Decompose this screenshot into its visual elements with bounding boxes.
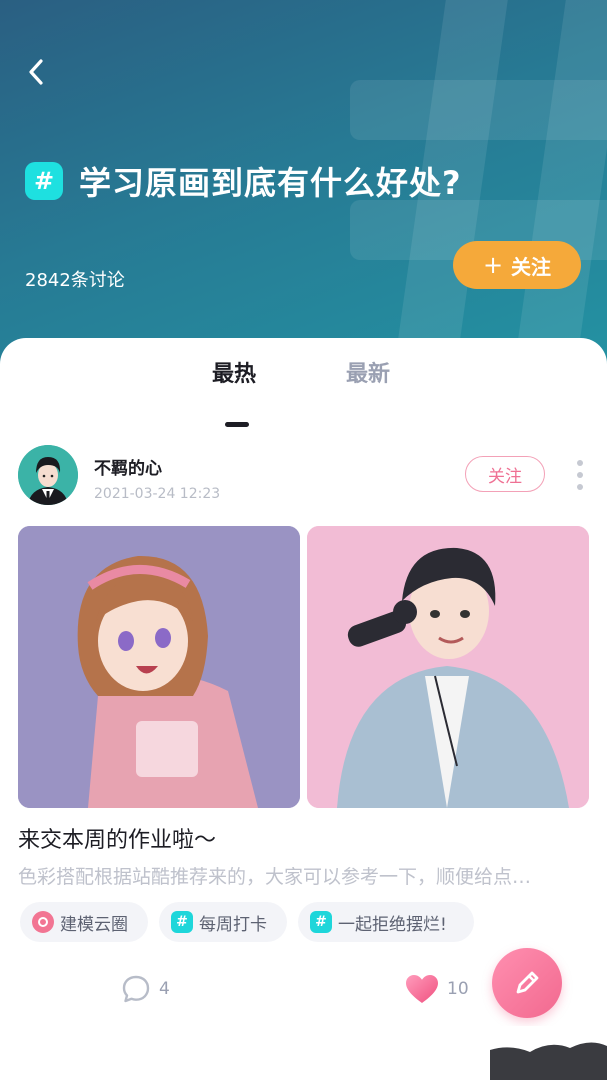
active-tab-indicator	[225, 422, 249, 427]
compose-button[interactable]	[492, 948, 562, 1018]
tag-label: 建模云圈	[60, 914, 128, 935]
back-button[interactable]	[18, 54, 54, 90]
follow-author-button[interactable]: 关注	[465, 456, 545, 492]
tab-bar: 最热 最新	[0, 356, 607, 427]
topic-title-row: # 学习原画到底有什么好处?	[25, 158, 462, 204]
discussion-count: 2842条讨论	[25, 270, 125, 291]
avatar-illustration	[18, 445, 78, 505]
plus-icon: +	[482, 251, 504, 279]
tag-chip-weekly-checkin[interactable]: # 每周打卡	[159, 902, 287, 942]
hash-tag-icon: #	[25, 162, 63, 200]
tag-chip-no-slacking[interactable]: # 一起拒绝摆烂!	[298, 902, 474, 942]
like-count: 10	[447, 979, 469, 999]
back-arrow-icon	[29, 59, 43, 85]
post-description[interactable]: 色彩搭配根据站酷推荐来的，大家可以参考一下，顺便给点…	[18, 862, 531, 889]
post-timestamp: 2021-03-24 12:23	[94, 486, 221, 502]
heart-icon	[406, 975, 438, 1003]
thumbnail-image	[490, 1026, 607, 1080]
tab-latest[interactable]: 最新	[346, 356, 390, 388]
comment-count: 4	[159, 979, 170, 999]
hash-tag-icon: #	[310, 911, 332, 933]
follow-topic-label: 关注	[511, 254, 552, 279]
circle-ring-icon	[32, 911, 54, 933]
pencil-icon	[516, 971, 539, 994]
comment-button[interactable]: 4	[121, 974, 170, 1004]
girl-illustration	[18, 526, 300, 808]
topic-header: # 学习原画到底有什么好处? 2842条讨论 + 关注	[0, 0, 607, 380]
comment-bubble-icon	[122, 975, 150, 1003]
post-title[interactable]: 来交本周的作业啦～	[18, 822, 216, 854]
boy-illustration	[307, 526, 589, 808]
tag-chip-modeling-circle[interactable]: 建模云圈	[20, 902, 148, 942]
hash-tag-icon: #	[171, 911, 193, 933]
like-button[interactable]: 10	[405, 974, 469, 1004]
author-name[interactable]: 不羁的心	[94, 454, 162, 479]
tag-label: 一起拒绝摆烂!	[338, 914, 447, 935]
topic-title: 学习原画到底有什么好处?	[79, 164, 462, 202]
more-vertical-icon[interactable]	[570, 460, 590, 490]
post-image-2[interactable]	[307, 526, 589, 808]
avatar[interactable]	[18, 445, 78, 505]
follow-topic-button[interactable]: + 关注	[453, 241, 581, 289]
tag-label: 每周打卡	[199, 914, 267, 935]
post-image-1[interactable]	[18, 526, 300, 808]
tab-hot[interactable]: 最热	[212, 356, 256, 388]
